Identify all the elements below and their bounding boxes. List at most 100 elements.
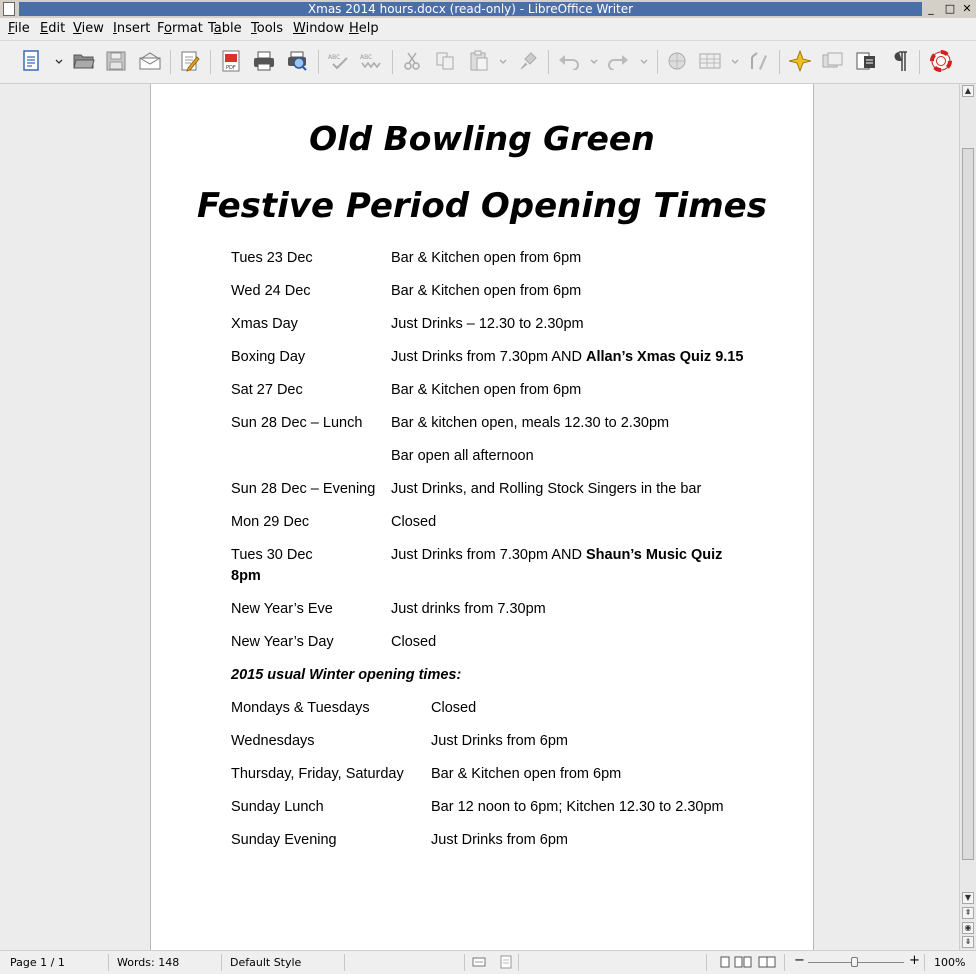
open-folder-icon[interactable] <box>72 49 96 73</box>
redo-icon <box>606 49 630 73</box>
status-divider <box>706 954 707 971</box>
single-page-view-icon[interactable] <box>720 956 730 968</box>
maximize-button[interactable]: □ <box>942 2 958 16</box>
formatting-marks-icon[interactable] <box>888 49 912 73</box>
menu-tools[interactable]: Tools <box>251 21 283 37</box>
standard-toolbar: PDF ABC ABC <box>0 41 976 84</box>
spellcheck-icon: ABC <box>327 49 351 73</box>
page-style[interactable]: Default Style <box>230 956 301 969</box>
word-count[interactable]: Words: 148 <box>117 956 179 969</box>
festive-detail: Just drinks from 7.30pm <box>391 601 546 617</box>
zoom-in-icon[interactable]: + <box>909 954 920 967</box>
scroll-up-icon[interactable]: ▲ <box>962 85 974 97</box>
festive-day: Wed 24 Dec <box>231 283 311 299</box>
festive-day: Boxing Day <box>231 349 306 365</box>
menu-view[interactable]: View <box>73 21 104 37</box>
print-icon[interactable] <box>252 49 276 73</box>
status-divider <box>924 954 925 971</box>
next-page-icon[interactable]: ⇟ <box>962 936 974 948</box>
previous-page-icon[interactable]: ⇞ <box>962 907 974 919</box>
toolbar-separator <box>392 50 393 74</box>
autospellcheck-icon: ABC <box>359 49 383 73</box>
close-button[interactable]: ✕ <box>959 2 975 16</box>
menu-help[interactable]: Help <box>349 21 379 37</box>
festive-day: Xmas Day <box>231 316 298 332</box>
winter-heading: 2015 usual Winter opening times: <box>231 667 462 683</box>
festive-detail: Just Drinks, and Rolling Stock Singers i… <box>391 481 702 497</box>
multi-page-view-icon[interactable] <box>734 956 752 968</box>
copy-icon <box>433 49 457 73</box>
festive-detail: Bar open all afternoon <box>391 448 534 464</box>
svg-text:ABC: ABC <box>328 54 340 61</box>
festive-day: Tues 23 Dec <box>231 250 313 266</box>
status-divider <box>108 954 109 971</box>
festive-day: New Year’s Day <box>231 634 334 650</box>
toolbar-separator <box>779 50 780 74</box>
status-divider <box>221 954 222 971</box>
festive-detail-continued: 8pm <box>231 568 261 584</box>
festive-detail: Bar & Kitchen open from 6pm <box>391 382 582 398</box>
status-divider <box>784 954 785 971</box>
winter-day: Sunday Lunch <box>231 799 324 815</box>
save-icon <box>104 49 128 73</box>
minimize-button[interactable]: _ <box>923 2 939 16</box>
document-page[interactable]: Old Bowling Green Festive Period Opening… <box>150 84 814 950</box>
document-area[interactable]: Old Bowling Green Festive Period Opening… <box>0 84 959 950</box>
menu-edit[interactable]: Edit <box>40 21 65 37</box>
festive-detail: Just Drinks from 7.30pm AND Allan’s Xmas… <box>391 349 744 365</box>
toolbar-separator <box>548 50 549 74</box>
zoom-out-icon[interactable]: − <box>794 954 805 967</box>
scroll-thumb[interactable] <box>962 148 974 860</box>
email-icon[interactable] <box>138 49 162 73</box>
svg-text:PDF: PDF <box>226 65 236 71</box>
scroll-down-icon[interactable]: ▼ <box>962 892 974 904</box>
paste-icon <box>467 49 491 73</box>
toolbar-separator <box>919 50 920 74</box>
export-pdf-icon[interactable]: PDF <box>219 49 243 73</box>
zoom-level[interactable]: 100% <box>934 956 965 969</box>
book-view-icon[interactable] <box>758 956 776 968</box>
vertical-scrollbar[interactable]: ▲ ▼ ⇞ ◉ ⇟ <box>959 84 976 950</box>
zoom-slider-handle[interactable] <box>851 957 858 967</box>
festive-detail: Closed <box>391 514 437 530</box>
document-title: Old Bowling Green <box>309 119 655 158</box>
navigation-icon[interactable]: ◉ <box>962 922 974 934</box>
menu-format[interactable]: Format <box>157 21 203 37</box>
winter-day: Wednesdays <box>231 733 315 749</box>
winter-day: Mondays & Tuesdays <box>231 700 370 716</box>
status-divider <box>518 954 519 971</box>
festive-detail: Just Drinks – 12.30 to 2.30pm <box>391 316 584 332</box>
menu-bar: File Edit View Insert Format Table Tools… <box>0 18 976 41</box>
svg-text:ABC: ABC <box>360 54 372 61</box>
document-subtitle: Festive Period Opening Times <box>197 186 767 226</box>
winter-detail: Just Drinks from 6pm <box>431 832 568 848</box>
navigator-icon[interactable] <box>788 49 812 73</box>
menu-table[interactable]: Table <box>208 21 242 37</box>
toolbar-separator <box>210 50 211 74</box>
selection-mode-icon[interactable] <box>472 956 486 968</box>
festive-detail: Just Drinks from 7.30pm AND Shaun’s Musi… <box>391 547 723 563</box>
new-dropdown-icon[interactable] <box>55 59 63 65</box>
new-document-icon[interactable] <box>20 49 44 73</box>
festive-detail: Bar & kitchen open, meals 12.30 to 2.30p… <box>391 415 670 431</box>
festive-day: Mon 29 Dec <box>231 514 310 530</box>
festive-detail: Bar & Kitchen open from 6pm <box>391 250 582 266</box>
festive-day: Tues 30 Dec <box>231 547 313 563</box>
festive-day: New Year’s Eve <box>231 601 333 617</box>
print-preview-icon[interactable] <box>285 49 309 73</box>
festive-detail: Bar & Kitchen open from 6pm <box>391 283 582 299</box>
edit-document-icon[interactable] <box>178 49 202 73</box>
gallery-icon <box>821 49 845 73</box>
document-modified-icon <box>500 955 512 969</box>
data-sources-icon[interactable] <box>854 49 878 73</box>
menu-insert[interactable]: Insert <box>113 21 150 37</box>
menu-window[interactable]: Window <box>293 21 344 37</box>
page-count[interactable]: Page 1 / 1 <box>10 956 65 969</box>
table-icon <box>698 49 722 73</box>
menu-file[interactable]: File <box>8 21 30 37</box>
help-icon[interactable] <box>929 49 953 73</box>
winter-detail: Bar & Kitchen open from 6pm <box>431 766 622 782</box>
cut-icon <box>400 49 424 73</box>
winter-detail: Closed <box>431 700 477 716</box>
app-icon[interactable] <box>3 2 15 16</box>
